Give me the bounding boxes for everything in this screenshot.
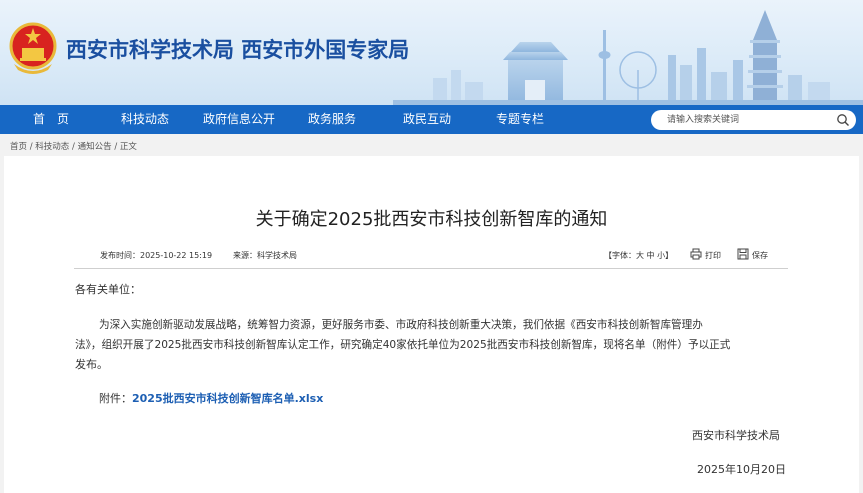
nav-special-topics[interactable]: 专题专栏 bbox=[496, 105, 544, 134]
print-button[interactable]: 打印 bbox=[705, 250, 721, 262]
greeting: 各有关单位： bbox=[75, 283, 141, 296]
search-icon[interactable] bbox=[836, 113, 850, 127]
nav-home[interactable]: 首 页 bbox=[33, 105, 69, 134]
breadcrumb-home[interactable]: 首页 bbox=[10, 142, 27, 152]
attachment-row: 附件：2025批西安市科技创新智库名单.xlsx bbox=[99, 392, 323, 406]
breadcrumb-separator: / bbox=[114, 142, 118, 152]
city-skyline-illustration bbox=[393, 10, 863, 105]
nav-tech-news[interactable]: 科技动态 bbox=[121, 105, 169, 134]
breadcrumb-separator: / bbox=[72, 142, 75, 152]
save-icon[interactable] bbox=[737, 248, 749, 260]
attachment-link[interactable]: 2025批西安市科技创新智库名单.xlsx bbox=[132, 392, 323, 405]
article-title: 关于确定2025批西安市科技创新智库的通知 bbox=[255, 209, 608, 230]
body-line-3: 发布。 bbox=[75, 358, 108, 371]
save-button[interactable]: 保存 bbox=[752, 250, 768, 262]
header-banner: 西安市科学技术局 西安市外国专家局 bbox=[0, 0, 863, 105]
sign-date: 2025年10月20日 bbox=[697, 463, 786, 476]
search-box[interactable]: 请输入搜索关键词 bbox=[651, 110, 856, 130]
search-input[interactable]: 请输入搜索关键词 bbox=[667, 110, 739, 130]
print-icon[interactable] bbox=[690, 248, 702, 260]
meta-divider bbox=[74, 268, 788, 269]
body-line-2: 法》，组织开展了2025批西安市科技创新智库认定工作，研究确定40家依托单位为2… bbox=[75, 339, 731, 351]
breadcrumb-tech-news[interactable]: 科技动态 bbox=[35, 142, 69, 152]
breadcrumb-current: 正文 bbox=[119, 142, 137, 152]
body-line-1: 为深入实施创新驱动发展战略，统筹智力资源，更好服务市委、市政府科技创新重大决策，… bbox=[99, 319, 703, 331]
nav-gov-info[interactable]: 政府信息公开 bbox=[203, 105, 275, 134]
breadcrumb: 首页 / 科技动态 / 通知公告 / 正文 bbox=[10, 140, 137, 154]
site-title[interactable]: 西安市科学技术局 西安市外国专家局 bbox=[66, 34, 409, 64]
nav-interaction[interactable]: 政民互动 bbox=[403, 105, 451, 134]
nav-gov-services[interactable]: 政务服务 bbox=[308, 105, 356, 134]
publish-time: 发布时间：2025-10-22 15:19 bbox=[100, 251, 213, 260]
attachment-label: 附件： bbox=[99, 392, 132, 405]
article-source: 来源：科学技术局 bbox=[233, 251, 297, 260]
national-emblem-icon bbox=[9, 22, 57, 74]
breadcrumb-separator: / bbox=[29, 142, 33, 152]
font-size-switcher[interactable]: 【字体：大 中 小】 bbox=[604, 250, 673, 262]
signature: 西安市科学技术局 bbox=[692, 429, 780, 442]
breadcrumb-notices[interactable]: 通知公告 bbox=[78, 142, 112, 152]
